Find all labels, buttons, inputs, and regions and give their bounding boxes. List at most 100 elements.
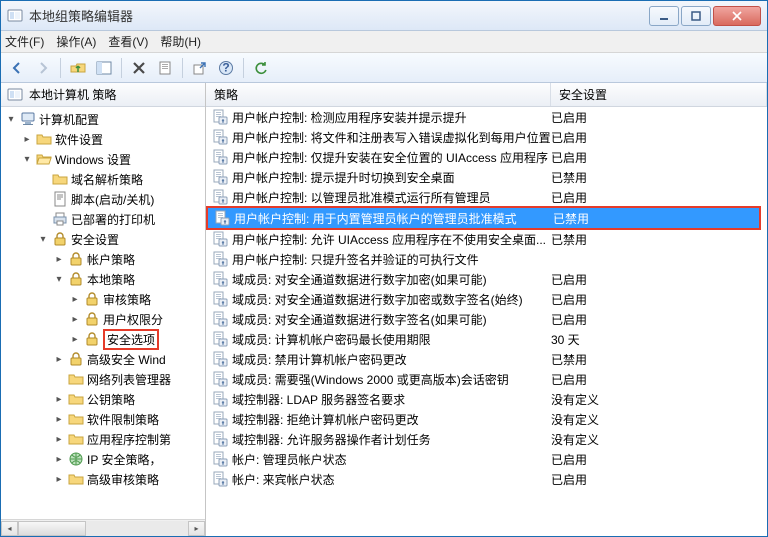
menu-action[interactable]: 操作(A) [56, 33, 96, 50]
scroll-left-button[interactable]: ◂ [1, 521, 18, 536]
list-row[interactable]: 用户帐户控制: 提示提升时切换到安全桌面已禁用 [206, 167, 767, 187]
list-row[interactable]: 域成员: 计算机帐户密码最长使用期限30 天 [206, 329, 767, 349]
tree-item[interactable]: ▾本地策略 [1, 269, 205, 289]
tree-item[interactable]: ▸安全选项 [1, 329, 205, 349]
list-pane: 策略 安全设置 用户帐户控制: 检测应用程序安装并提示提升已启用用户帐户控制: … [206, 83, 767, 536]
tree-item[interactable]: ▸ 高级审核策略 [1, 469, 205, 489]
tree-item[interactable]: ▾ 安全设置 [1, 229, 205, 249]
tree-item[interactable]: ▾Windows 设置 [1, 149, 205, 169]
list-row[interactable]: 域成员: 禁用计算机帐户密码更改已禁用 [206, 349, 767, 369]
folder-icon [68, 431, 84, 447]
expand-toggle[interactable]: ▸ [69, 294, 81, 305]
tree-item[interactable]: 网络列表管理器 [1, 369, 205, 389]
list-row[interactable]: 域成员: 对安全通道数据进行数字加密或数字签名(始终)已启用 [206, 289, 767, 309]
menu-file[interactable]: 文件(F) [5, 33, 44, 50]
show-hide-tree-button[interactable] [92, 56, 116, 80]
tree-item[interactable]: ▸审核策略 [1, 289, 205, 309]
list-row[interactable]: 域成员: 需要强(Windows 2000 或更高版本)会话密钥已启用 [206, 369, 767, 389]
list-row[interactable]: 域控制器: 允许服务器操作者计划任务没有定义 [206, 429, 767, 449]
close-button[interactable] [713, 6, 761, 26]
list-row[interactable]: 域控制器: 拒绝计算机帐户密码更改没有定义 [206, 409, 767, 429]
lock-sub-icon [68, 271, 84, 287]
tree-item[interactable]: ▸公钥策略 [1, 389, 205, 409]
expand-toggle[interactable]: ▸ [53, 354, 65, 365]
properties-button[interactable] [153, 56, 177, 80]
tree-item-label: 用户权限分 [103, 311, 163, 328]
properties-icon [157, 60, 173, 76]
printer-icon [52, 211, 68, 227]
list-row[interactable]: 域成员: 对安全通道数据进行数字加密(如果可能)已启用 [206, 269, 767, 289]
list-row[interactable]: 用户帐户控制: 将文件和注册表写入错误虚拟化到每用户位置已启用 [206, 127, 767, 147]
back-icon [9, 60, 25, 76]
list-row[interactable]: 帐户: 管理员帐户状态已启用 [206, 449, 767, 469]
tree-item[interactable]: ▸高级安全 Wind [1, 349, 205, 369]
tree-item[interactable]: 域名解析策略 [1, 169, 205, 189]
help-button[interactable] [214, 56, 238, 80]
forward-button[interactable] [31, 56, 55, 80]
tree-header[interactable]: 本地计算机 策略 [1, 83, 205, 107]
tree-item[interactable]: ▸软件限制策略 [1, 409, 205, 429]
export-button[interactable] [188, 56, 212, 80]
expand-toggle[interactable]: ▸ [69, 334, 81, 345]
policy-name: 域控制器: LDAP 服务器签名要求 [232, 391, 551, 408]
expand-toggle[interactable]: ▾ [53, 274, 65, 285]
expand-toggle[interactable]: ▸ [53, 254, 65, 265]
list-row[interactable]: 域成员: 对安全通道数据进行数字签名(如果可能)已启用 [206, 309, 767, 329]
scroll-right-button[interactable]: ▸ [188, 521, 205, 536]
tree-item-label: 高级审核策略 [87, 471, 159, 488]
tree-item[interactable]: ▸ 用户权限分 [1, 309, 205, 329]
menu-help[interactable]: 帮助(H) [160, 33, 201, 50]
expand-toggle[interactable]: ▾ [21, 154, 33, 165]
list-row[interactable]: 用户帐户控制: 只提升签名并验证的可执行文件 [206, 249, 767, 269]
back-button[interactable] [5, 56, 29, 80]
policy-icon [214, 210, 230, 226]
list-body[interactable]: 用户帐户控制: 检测应用程序安装并提示提升已启用用户帐户控制: 将文件和注册表写… [206, 107, 767, 536]
list-row[interactable]: 用户帐户控制: 以管理员批准模式运行所有管理员已启用 [206, 187, 767, 207]
column-policy[interactable]: 策略 [206, 83, 551, 106]
policy-icon [212, 291, 228, 307]
maximize-button[interactable] [681, 6, 711, 26]
expand-toggle[interactable]: ▸ [53, 454, 65, 465]
scroll-track[interactable] [18, 521, 188, 536]
tree-item[interactable]: ▸软件设置 [1, 129, 205, 149]
expand-toggle[interactable]: ▸ [53, 474, 65, 485]
expand-toggle[interactable]: ▾ [37, 234, 49, 245]
tree-item[interactable]: ▸帐户策略 [1, 249, 205, 269]
lock-sub-icon [68, 251, 84, 267]
tree-item[interactable]: ▾计算机配置 [1, 109, 205, 129]
list-row[interactable]: 域控制器: LDAP 服务器签名要求没有定义 [206, 389, 767, 409]
tree-hscroll[interactable]: ◂ ▸ [1, 519, 205, 536]
policy-name: 用户帐户控制: 仅提升安装在安全位置的 UIAccess 应用程序 [232, 149, 551, 166]
policy-icon [212, 391, 228, 407]
policy-setting: 已禁用 [553, 210, 759, 227]
column-setting[interactable]: 安全设置 [551, 83, 767, 106]
tree-body[interactable]: ▾计算机配置▸软件设置▾Windows 设置域名解析策略脚本(启动/关机)已部署… [1, 107, 205, 519]
app-icon [7, 8, 23, 24]
expand-toggle[interactable]: ▸ [21, 134, 33, 145]
expand-toggle[interactable]: ▸ [53, 434, 65, 445]
policy-setting: 已禁用 [551, 231, 767, 248]
expand-toggle[interactable]: ▸ [53, 394, 65, 405]
list-row[interactable]: 帐户: 来宾帐户状态已启用 [206, 469, 767, 489]
refresh-button[interactable] [249, 56, 273, 80]
list-row[interactable]: 用户帐户控制: 仅提升安装在安全位置的 UIAccess 应用程序已启用 [206, 147, 767, 167]
tree-item[interactable]: ▸IP 安全策略， [1, 449, 205, 469]
titlebar[interactable]: 本地组策略编辑器 [1, 1, 767, 31]
minimize-button[interactable] [649, 6, 679, 26]
list-row[interactable]: 用户帐户控制: 用于内置管理员帐户的管理员批准模式已禁用 [208, 208, 759, 228]
delete-button[interactable] [127, 56, 151, 80]
list-row[interactable]: 用户帐户控制: 允许 UIAccess 应用程序在不使用安全桌面...已禁用 [206, 229, 767, 249]
window: 本地组策略编辑器 文件(F) 操作(A) 查看(V) 帮助(H) 本地计算 [0, 0, 768, 537]
tree-item-label: 安全设置 [71, 231, 119, 248]
expand-toggle[interactable]: ▸ [53, 414, 65, 425]
list-row[interactable]: 用户帐户控制: 检测应用程序安装并提示提升已启用 [206, 107, 767, 127]
up-button[interactable] [66, 56, 90, 80]
expand-toggle[interactable]: ▾ [5, 114, 17, 125]
tree-item[interactable]: ▸应用程序控制第 [1, 429, 205, 449]
tree-item[interactable]: 已部署的打印机 [1, 209, 205, 229]
expand-toggle[interactable]: ▸ [69, 314, 81, 325]
scroll-thumb[interactable] [18, 521, 86, 536]
policy-icon [212, 431, 228, 447]
tree-item[interactable]: 脚本(启动/关机) [1, 189, 205, 209]
menu-view[interactable]: 查看(V) [108, 33, 148, 50]
